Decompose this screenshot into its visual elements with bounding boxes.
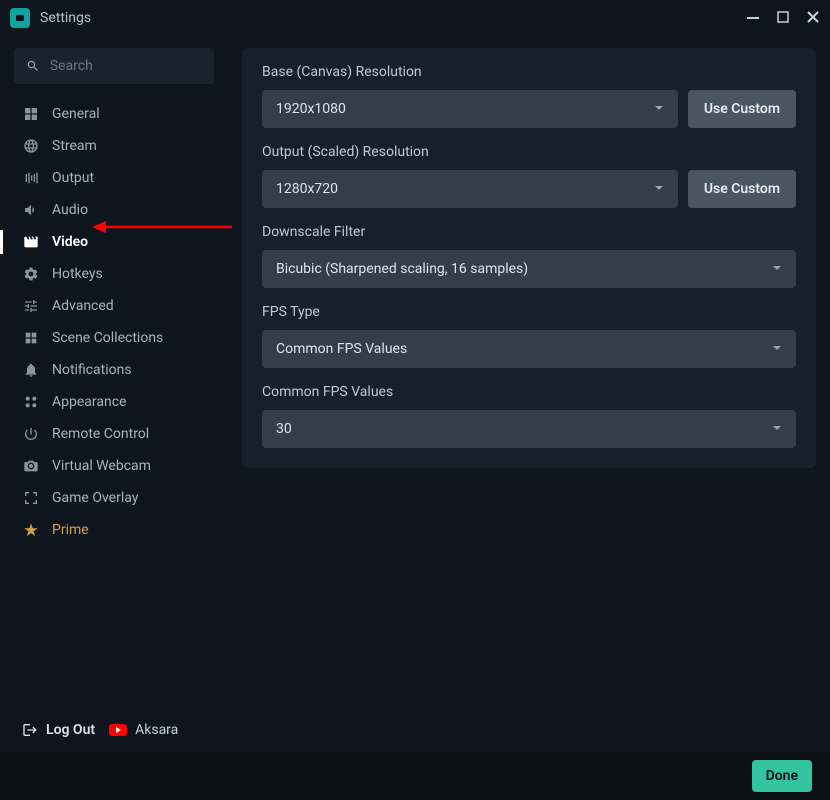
sidebar-item-remote-control[interactable]: Remote Control (14, 418, 214, 450)
sidebar: General Stream Output Audio Video Hotkey… (0, 48, 228, 752)
done-button[interactable]: Done (752, 760, 812, 792)
sidebar-item-video[interactable]: Video (14, 226, 214, 258)
sidebar-item-prime[interactable]: Prime (14, 514, 214, 546)
app-icon (10, 8, 30, 28)
content-panel: Base (Canvas) Resolution 1920x1080 Use C… (228, 48, 830, 752)
fps-type-select[interactable]: Common FPS Values (262, 330, 796, 368)
sidebar-item-label: Output (52, 170, 94, 186)
bottom-bar: Done (0, 752, 830, 800)
sidebar-item-notifications[interactable]: Notifications (14, 354, 214, 386)
chevron-down-icon (772, 261, 782, 277)
common-fps-value: 30 (276, 421, 292, 437)
base-resolution-label: Base (Canvas) Resolution (262, 64, 796, 80)
chevron-down-icon (772, 421, 782, 437)
sidebar-item-label: Advanced (52, 298, 114, 314)
sliders-icon (22, 297, 40, 315)
search-field[interactable] (50, 58, 202, 74)
chevron-down-icon (772, 341, 782, 357)
output-resolution-select[interactable]: 1280x720 (262, 170, 678, 208)
sidebar-item-audio[interactable]: Audio (14, 194, 214, 226)
base-resolution-value: 1920x1080 (276, 101, 346, 117)
titlebar: Settings (0, 0, 830, 36)
video-icon (22, 233, 40, 251)
sidebar-item-label: Scene Collections (52, 330, 163, 346)
camera-icon (22, 457, 40, 475)
sidebar-item-label: Hotkeys (52, 266, 103, 282)
chevron-down-icon (654, 101, 664, 117)
bell-icon (22, 361, 40, 379)
sidebar-item-output[interactable]: Output (14, 162, 214, 194)
sidebar-item-virtual-webcam[interactable]: Virtual Webcam (14, 450, 214, 482)
output-resolution-label: Output (Scaled) Resolution (262, 144, 796, 160)
downscale-filter-select[interactable]: Bicubic (Sharpened scaling, 16 samples) (262, 250, 796, 288)
audio-icon (22, 201, 40, 219)
fps-type-label: FPS Type (262, 304, 796, 320)
sidebar-item-stream[interactable]: Stream (14, 130, 214, 162)
username: Aksara (135, 722, 178, 738)
fps-type-value: Common FPS Values (276, 341, 407, 357)
star-icon (22, 521, 40, 539)
user-info[interactable]: Aksara (109, 722, 178, 738)
sidebar-item-label: Video (52, 234, 88, 250)
downscale-filter-value: Bicubic (Sharpened scaling, 16 samples) (276, 261, 528, 277)
output-icon (22, 169, 40, 187)
output-resolution-value: 1280x720 (276, 181, 338, 197)
maximize-icon[interactable] (776, 9, 790, 28)
sidebar-item-label: Stream (52, 138, 97, 154)
gear-icon (22, 265, 40, 283)
sidebar-item-label: Game Overlay (52, 490, 138, 506)
common-fps-label: Common FPS Values (262, 384, 796, 400)
base-resolution-select[interactable]: 1920x1080 (262, 90, 678, 128)
output-resolution-custom-button[interactable]: Use Custom (688, 170, 796, 208)
appearance-icon (22, 393, 40, 411)
search-input[interactable] (14, 48, 214, 84)
logout-button[interactable]: Log Out (22, 722, 95, 738)
grid-icon (22, 105, 40, 123)
logout-label: Log Out (46, 722, 95, 738)
sidebar-item-label: Virtual Webcam (52, 458, 151, 474)
sidebar-item-game-overlay[interactable]: Game Overlay (14, 482, 214, 514)
base-resolution-custom-button[interactable]: Use Custom (688, 90, 796, 128)
collections-icon (22, 329, 40, 347)
expand-icon (22, 489, 40, 507)
sidebar-item-label: General (52, 106, 100, 122)
sidebar-item-label: Prime (52, 522, 89, 538)
sidebar-item-scene-collections[interactable]: Scene Collections (14, 322, 214, 354)
chevron-down-icon (654, 181, 664, 197)
downscale-filter-label: Downscale Filter (262, 224, 796, 240)
sidebar-item-label: Appearance (52, 394, 126, 410)
window-title: Settings (40, 10, 736, 26)
power-icon (22, 425, 40, 443)
youtube-icon (109, 724, 127, 736)
sidebar-item-advanced[interactable]: Advanced (14, 290, 214, 322)
close-icon[interactable] (806, 9, 820, 28)
sidebar-item-label: Remote Control (52, 426, 149, 442)
common-fps-select[interactable]: 30 (262, 410, 796, 448)
sidebar-item-label: Notifications (52, 362, 132, 378)
globe-icon (22, 137, 40, 155)
sidebar-item-general[interactable]: General (14, 98, 214, 130)
logout-icon (22, 722, 38, 738)
sidebar-item-appearance[interactable]: Appearance (14, 386, 214, 418)
minimize-icon[interactable] (746, 9, 760, 28)
sidebar-item-hotkeys[interactable]: Hotkeys (14, 258, 214, 290)
sidebar-item-label: Audio (52, 202, 88, 218)
search-icon (26, 58, 40, 74)
